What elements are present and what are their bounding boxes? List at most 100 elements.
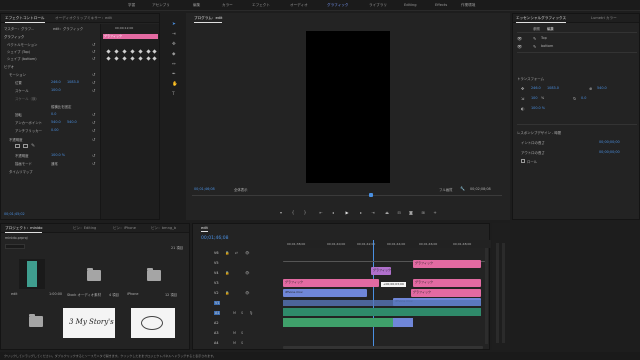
folder-icon[interactable] bbox=[147, 268, 161, 281]
keyframe[interactable] bbox=[146, 49, 151, 54]
reset-icon[interactable]: ↺ bbox=[92, 120, 95, 125]
keyframe[interactable] bbox=[114, 49, 119, 54]
razor-tool-icon[interactable]: ◆ bbox=[172, 52, 175, 57]
mic-icon[interactable]: 🎙 bbox=[249, 311, 253, 315]
eg-position-y[interactable]: 1083.0 bbox=[547, 86, 559, 90]
track-label[interactable]: A3 bbox=[214, 331, 218, 335]
program-video-frame[interactable] bbox=[306, 31, 390, 183]
reset-icon[interactable]: ↺ bbox=[92, 72, 95, 77]
lift-icon[interactable]: ⏏ bbox=[384, 209, 390, 215]
sequence-thumbnail[interactable] bbox=[19, 259, 45, 289]
tab-program[interactable]: プログラム：edit bbox=[194, 16, 223, 23]
reset-icon[interactable]: ↺ bbox=[92, 80, 95, 85]
mark-in-icon[interactable]: { bbox=[290, 209, 296, 215]
keyframe[interactable] bbox=[152, 49, 157, 54]
tab-bin-bmng[interactable]: ビン：bmng_b bbox=[151, 226, 176, 231]
audio-clip-a2b[interactable] bbox=[393, 318, 413, 327]
tab-browse[interactable]: 参照 bbox=[533, 26, 540, 31]
eg-opacity[interactable]: 100.0 % bbox=[531, 106, 545, 110]
keyframe-clip-bar[interactable]: グラフィック bbox=[103, 34, 158, 39]
ellipse-mask-icon[interactable] bbox=[15, 144, 20, 148]
fit-select[interactable]: 全体表示 bbox=[234, 187, 248, 192]
folder-icon[interactable] bbox=[87, 268, 101, 281]
workspace-editing[interactable]: Editing bbox=[404, 3, 417, 7]
timeline-clip[interactable]: グラフィック bbox=[283, 279, 379, 287]
tab-audio-clip-mixer[interactable]: オーディオクリップミキサー：edit bbox=[55, 16, 112, 21]
tab-bin-editing[interactable]: ビン：Editing bbox=[73, 226, 96, 231]
keyframe[interactable] bbox=[130, 56, 135, 61]
track-label[interactable]: V2 bbox=[214, 291, 218, 295]
layer-bottom[interactable]: bottom bbox=[541, 44, 553, 48]
intro-value[interactable]: 00;00;00;00 bbox=[599, 140, 620, 144]
track-label[interactable]: V6 bbox=[214, 251, 218, 255]
ripple-edit-icon[interactable]: ✥ bbox=[172, 42, 176, 47]
mute-icon[interactable]: M bbox=[233, 331, 236, 335]
timeline-playhead[interactable] bbox=[373, 240, 374, 348]
reset-icon[interactable]: ↺ bbox=[92, 112, 95, 117]
timeline-timecode[interactable]: 00;01;46;08 bbox=[201, 236, 228, 241]
keyframe-area[interactable]: 00;00;12;00 グラフィック bbox=[100, 24, 159, 219]
eg-scale[interactable]: 100 bbox=[531, 96, 537, 100]
extract-icon[interactable]: ⊟ bbox=[396, 209, 402, 215]
program-playhead[interactable] bbox=[369, 193, 373, 197]
keyframe[interactable] bbox=[122, 56, 127, 61]
tab-effect-controls[interactable]: エフェクトコントロール bbox=[5, 16, 45, 23]
mute-icon[interactable]: M bbox=[233, 341, 236, 345]
scale-value[interactable]: 100.0 bbox=[51, 88, 61, 92]
tab-project[interactable]: プロジェクト：minido bbox=[5, 226, 43, 233]
lock-icon[interactable]: 🔒 bbox=[225, 291, 229, 295]
keyframe[interactable] bbox=[138, 49, 143, 54]
timeline-clip[interactable]: iPhone.mov bbox=[283, 289, 367, 297]
reset-icon[interactable]: ↺ bbox=[92, 88, 95, 93]
workspace-graphics[interactable]: グラフィック bbox=[327, 3, 349, 8]
blend-mode-select[interactable]: 通常 bbox=[51, 161, 58, 166]
rectangle-mask-icon[interactable] bbox=[23, 144, 28, 148]
wrench-icon[interactable]: 🔧 bbox=[460, 186, 465, 191]
reset-icon[interactable]: ↺ bbox=[92, 161, 95, 166]
audio-clip-a1[interactable] bbox=[283, 308, 481, 316]
workspace-manage[interactable]: 作業環境 bbox=[461, 3, 475, 8]
step-forward-icon[interactable]: ▸ bbox=[358, 209, 364, 215]
handwriting-thumbnail-2[interactable] bbox=[131, 308, 175, 338]
program-timecode[interactable]: 00;01;46;08 bbox=[194, 187, 215, 191]
flicker-value[interactable]: 0.00 bbox=[51, 128, 59, 132]
keyframe[interactable] bbox=[106, 49, 111, 54]
handwriting-thumbnail[interactable]: 3 My Story's bbox=[63, 308, 115, 338]
position-x-value[interactable]: 246.0 bbox=[51, 80, 61, 84]
keyframe[interactable] bbox=[138, 56, 143, 61]
mark-out-icon[interactable]: } bbox=[302, 209, 308, 215]
workspace-assembly[interactable]: アセンブリ bbox=[152, 3, 170, 8]
track-label[interactable]: V1 bbox=[214, 301, 221, 305]
track-label[interactable]: A4 bbox=[214, 341, 218, 345]
anchor-y-value[interactable]: 540.0 bbox=[67, 120, 77, 124]
track-label[interactable]: A2 bbox=[214, 321, 218, 325]
workspace-audio[interactable]: オーディオ bbox=[290, 3, 308, 8]
reset-icon[interactable]: ↺ bbox=[92, 153, 95, 158]
quality-select[interactable]: フル画質 bbox=[439, 187, 453, 192]
comparison-icon[interactable]: ⊞ bbox=[420, 209, 426, 215]
workspace-color[interactable]: カラー bbox=[222, 3, 233, 8]
step-back-icon[interactable]: ◂ bbox=[330, 209, 336, 215]
tab-timeline-edit[interactable]: edit bbox=[201, 226, 208, 232]
keyframe[interactable] bbox=[106, 56, 111, 61]
tab-lumetri[interactable]: Lumetri カラー bbox=[591, 16, 617, 21]
reset-icon[interactable]: ↺ bbox=[92, 42, 95, 47]
eye-track-icon[interactable]: 👁 bbox=[245, 271, 249, 275]
track-label[interactable]: V3 bbox=[214, 281, 218, 285]
project-search-input[interactable] bbox=[5, 244, 25, 249]
opacity-value[interactable]: 100.0 % bbox=[51, 153, 65, 157]
type-tool-icon[interactable]: T bbox=[172, 92, 175, 97]
roll-checkbox[interactable] bbox=[521, 159, 525, 163]
position-y-value[interactable]: 1083.0 bbox=[67, 80, 79, 84]
settings-icon[interactable]: + bbox=[432, 209, 438, 215]
outro-value[interactable]: 00;00;00;00 bbox=[599, 150, 620, 154]
tab-essential-graphics[interactable]: エッセンシャルグラフィックス bbox=[516, 16, 567, 23]
hand-tool-icon[interactable]: ✋ bbox=[172, 82, 178, 87]
timeline-clip[interactable]: グラフィック bbox=[413, 279, 481, 287]
program-scrubber[interactable] bbox=[192, 195, 502, 196]
eye-track-icon[interactable]: 👁 bbox=[245, 291, 249, 295]
effect-row[interactable]: 縦横比を固定 bbox=[51, 104, 71, 109]
lock-icon[interactable]: 🔒 bbox=[225, 271, 229, 275]
rotation-value[interactable]: 0.0 bbox=[51, 112, 56, 116]
track-label[interactable]: A1 bbox=[214, 311, 221, 315]
